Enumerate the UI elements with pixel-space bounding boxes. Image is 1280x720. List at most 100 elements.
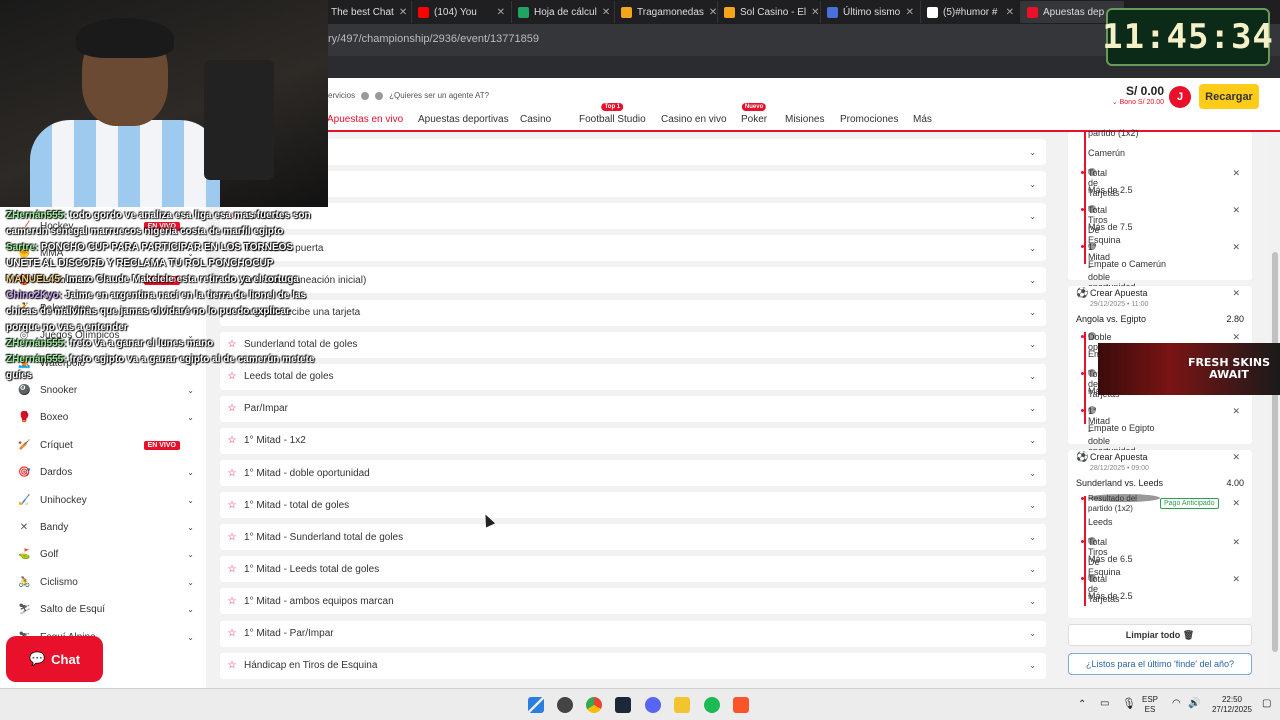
star-icon[interactable]: ☆ [220, 532, 244, 543]
nav-item[interactable]: Promociones [840, 114, 898, 125]
market-row[interactable]: ☆ Par/Impar ⌄ [220, 395, 1046, 422]
browser-tab[interactable]: (104) You ✕ [412, 1, 512, 23]
discord-icon[interactable] [645, 697, 661, 713]
chevron-down-icon[interactable]: ⌄ [1029, 212, 1036, 221]
star-icon[interactable]: ☆ [220, 596, 244, 607]
close-icon[interactable]: ✕ [1232, 242, 1240, 253]
chevron-down-icon[interactable]: ⌄ [1029, 404, 1036, 413]
market-row[interactable]: ⌄ [220, 139, 1046, 165]
close-icon[interactable]: ✕ [811, 7, 819, 18]
promo-banner[interactable]: ¿Listos para el último 'finde' del año? [1068, 653, 1252, 675]
close-icon[interactable]: ✕ [1232, 406, 1240, 417]
market-row[interactable]: ☆ Entradas (alineación inicial) ⌄ [220, 267, 1046, 294]
chevron-down-icon[interactable]: ⌄ [187, 550, 194, 559]
market-row[interactable]: ☆ 1° Mitad - Par/Impar ⌄ [220, 620, 1046, 647]
chevron-down-icon[interactable]: ⌄ [187, 496, 194, 505]
chevron-down-icon[interactable]: ⌄ [1029, 597, 1036, 606]
ad-banner[interactable]: FRESH SKINS AWAIT [1098, 343, 1280, 395]
chevron-down-icon[interactable]: ⌄ [187, 633, 194, 642]
sidebar-sport-item[interactable]: ✕ Bandy ⌄ [18, 517, 194, 537]
market-row[interactable]: ☆ Jugador recibe una tarjeta ⌄ [220, 299, 1046, 326]
browser-tab[interactable]: Hoja de cálcul ✕ [512, 1, 615, 23]
market-row[interactable]: ☆ Córneres ⌄ [220, 203, 1046, 230]
services-link[interactable]: ervicios [328, 91, 355, 100]
language-indicator[interactable]: ESP ES [1142, 695, 1158, 715]
market-row[interactable]: ☆ 1° Mitad - ambos equipos marcan ⌄ [220, 588, 1046, 615]
chevron-down-icon[interactable]: ⌄ [1029, 244, 1036, 253]
market-row[interactable]: ⌄ [220, 171, 1046, 198]
nav-item[interactable]: Misiones [785, 114, 824, 125]
market-row[interactable]: ☆ Leeds total de goles ⌄ [220, 363, 1046, 390]
nav-item[interactable]: Casino [520, 114, 551, 125]
close-icon[interactable]: ✕ [1006, 7, 1014, 18]
chevron-down-icon[interactable]: ⌄ [1029, 533, 1036, 542]
star-icon[interactable]: ☆ [220, 564, 244, 575]
close-icon[interactable]: ✕ [1232, 498, 1240, 509]
steam-icon[interactable] [557, 697, 573, 713]
star-icon[interactable]: ☆ [220, 468, 244, 479]
star-icon[interactable]: ☆ [220, 660, 244, 671]
market-row[interactable]: ☆ Remates a puerta ⌄ [220, 235, 1046, 262]
chevron-down-icon[interactable]: ⌄ [1029, 180, 1036, 189]
scrollbar[interactable] [1270, 132, 1280, 688]
chevron-down-icon[interactable]: ⌄ [1029, 340, 1036, 349]
nav-item[interactable]: Más [913, 114, 932, 125]
chevron-down-icon[interactable]: ⌄ [1029, 372, 1036, 381]
close-icon[interactable]: ✕ [1232, 537, 1240, 548]
market-row[interactable]: ☆ 1° Mitad - Sunderland total de goles ⌄ [220, 524, 1046, 551]
scrollbar-thumb[interactable] [1272, 252, 1278, 652]
recharge-button[interactable]: Recargar [1199, 84, 1259, 109]
wifi-icon[interactable]: ◠ [1172, 698, 1181, 709]
close-icon[interactable]: ✕ [1232, 332, 1240, 343]
market-row[interactable]: ☆ 1° Mitad - total de goles ⌄ [220, 492, 1046, 519]
windows-start-icon[interactable] [528, 697, 544, 713]
browser-tab[interactable]: Sol Casino - El ✕ [718, 1, 821, 23]
close-icon[interactable]: ✕ [602, 7, 610, 18]
avatar[interactable]: J [1169, 86, 1191, 108]
clock-tray[interactable]: 22:50 27/12/2025 [1208, 695, 1256, 715]
spotify-icon[interactable] [704, 697, 720, 713]
star-icon[interactable]: ☆ [220, 500, 244, 511]
agent-link[interactable]: ¿Quieres ser un agente AT? [389, 91, 489, 100]
chevron-down-icon[interactable]: ⌄ [1029, 469, 1036, 478]
url-text[interactable]: ry/497/championship/2936/event/13771859 [328, 33, 539, 45]
sidebar-sport-item[interactable]: 🏑 Unihockey ⌄ [18, 490, 194, 510]
star-icon[interactable]: ☆ [220, 435, 244, 446]
sidebar-sport-item[interactable]: 🥊 Boxeo ⌄ [18, 408, 194, 428]
chevron-down-icon[interactable]: ⌄ [187, 468, 194, 477]
nav-item[interactable]: Apuestas deportivas [418, 114, 509, 125]
close-icon[interactable]: ✕ [709, 7, 717, 18]
chevron-down-icon[interactable]: ⌄ [1029, 436, 1036, 445]
chevron-down-icon[interactable]: ⌄ [1029, 661, 1036, 670]
close-icon[interactable]: ✕ [1232, 574, 1240, 585]
nav-item[interactable]: Poker Nuevo [741, 103, 767, 125]
chevron-down-icon[interactable]: ⌄ [1029, 629, 1036, 638]
browser-tab[interactable]: Último sismo ✕ [821, 1, 921, 23]
sidebar-sport-item[interactable]: ⛷ Salto de Esquí ⌄ [18, 600, 194, 620]
close-icon[interactable]: ✕ [1232, 288, 1240, 299]
chevron-down-icon[interactable]: ⌄ [1029, 148, 1036, 157]
sidebar-sport-item[interactable]: 🚴 Ciclismo ⌄ [18, 572, 194, 592]
chevron-down-icon[interactable]: ⌄ [1029, 501, 1036, 510]
star-icon[interactable]: ☆ [220, 403, 244, 414]
market-row[interactable]: ☆ 1° Mitad - 1x2 ⌄ [220, 427, 1046, 454]
chevron-down-icon[interactable]: ⌄ [187, 386, 194, 395]
market-row[interactable]: ☆ Sunderland total de goles ⌄ [220, 331, 1046, 358]
close-icon[interactable]: ✕ [399, 7, 407, 18]
market-row[interactable]: ☆ 1° Mitad - doble oportunidad ⌄ [220, 460, 1046, 486]
brave-icon[interactable] [733, 697, 749, 713]
chevron-down-icon[interactable]: ⌄ [187, 578, 194, 587]
folder-icon[interactable] [674, 697, 690, 713]
chat-button[interactable]: 💬 Chat [6, 636, 103, 682]
close-icon[interactable]: ✕ [1232, 168, 1240, 179]
mic-icon[interactable]: 🎙 [1122, 697, 1136, 710]
network-icon[interactable]: ▭ [1100, 698, 1109, 709]
chevron-down-icon[interactable]: ⌄ [1029, 565, 1036, 574]
chrome-icon[interactable] [586, 697, 602, 713]
clear-all-button[interactable]: Limpiar todo 🗑 [1068, 624, 1252, 646]
volume-icon[interactable]: 🔊 [1188, 698, 1200, 709]
steam-icon[interactable] [615, 697, 631, 713]
close-icon[interactable]: ✕ [497, 7, 505, 18]
sidebar-sport-item[interactable]: 🏏 Críquet EN VIVO [18, 435, 194, 455]
chevron-up-icon[interactable]: ⌃ [1078, 699, 1086, 710]
